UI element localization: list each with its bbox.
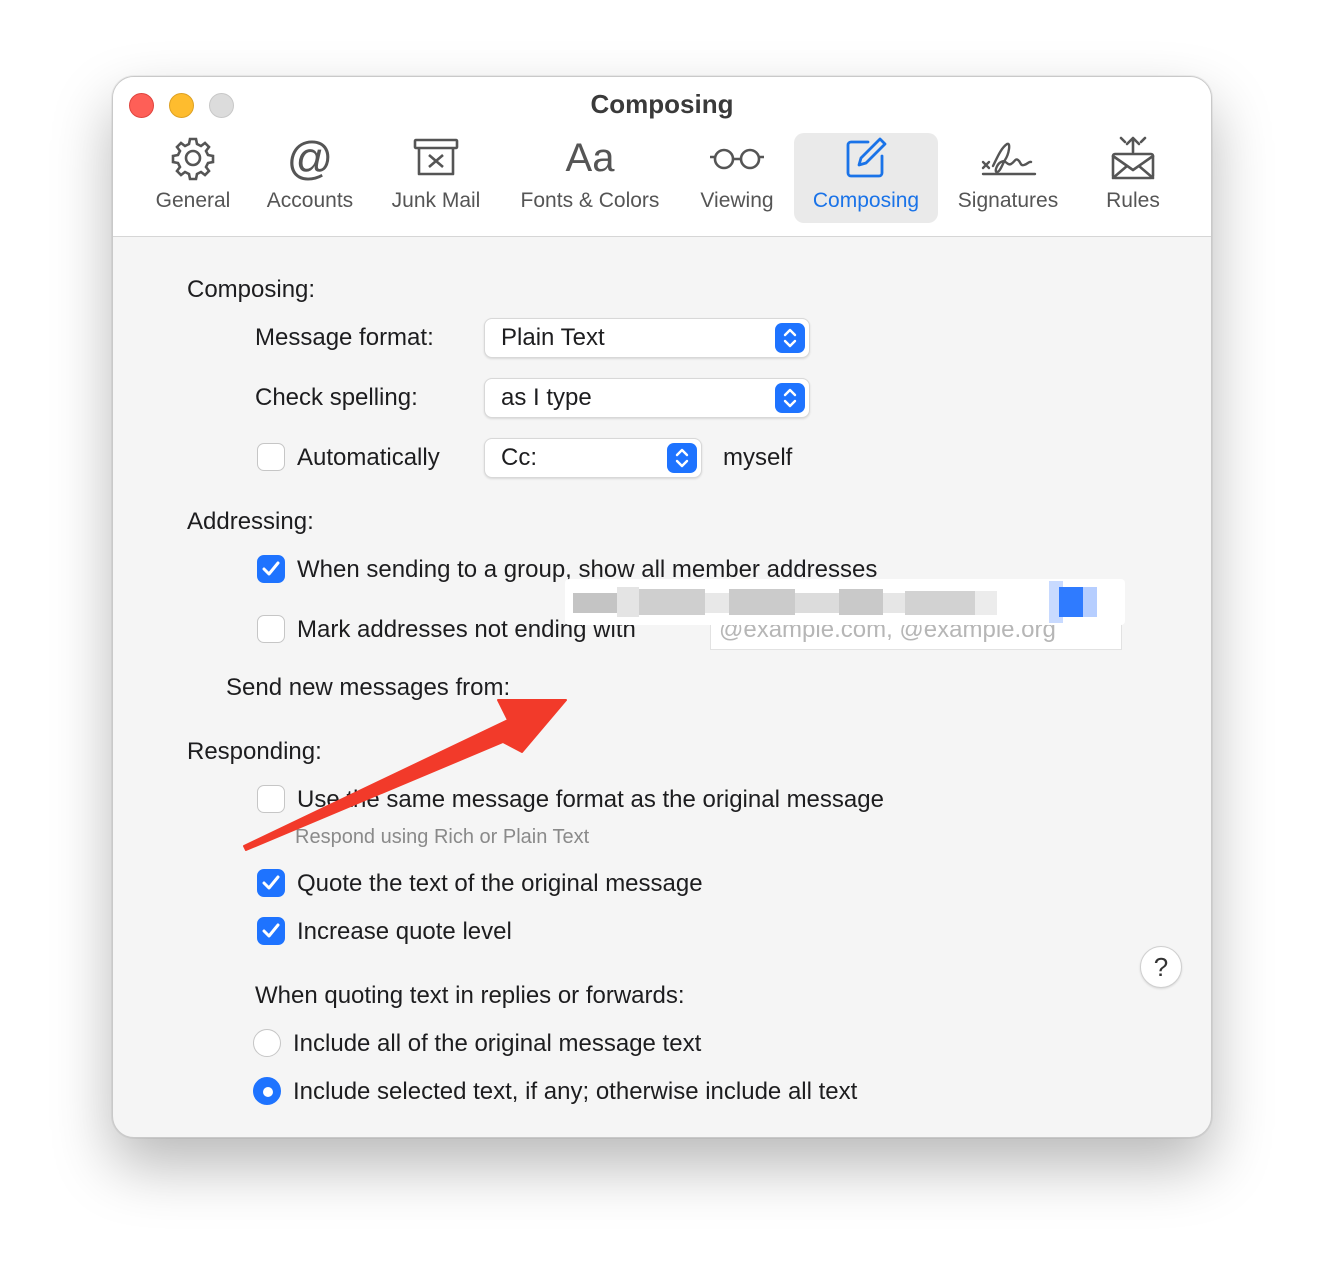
help-button[interactable]: ? (1140, 946, 1182, 988)
auto-cc-popup[interactable]: Cc: (484, 438, 702, 478)
rules-envelope-icon (1109, 133, 1157, 183)
at-sign-icon: @ (286, 132, 334, 184)
group-addresses-checkbox[interactable] (257, 555, 285, 583)
composing-pane: Composing: Message format: Plain Text Ch… (113, 238, 1211, 1137)
mark-addresses-checkbox[interactable] (257, 615, 285, 643)
tab-junk-mail-label: Junk Mail (391, 189, 481, 212)
send-from-label: Send new messages from: (226, 674, 511, 701)
redaction-block (905, 591, 975, 615)
tab-rules[interactable]: Rules (1085, 133, 1181, 223)
message-format-value: Plain Text (501, 324, 605, 351)
redaction-block (1083, 587, 1097, 617)
window-title: Composing (590, 89, 734, 119)
tab-general-label: General (155, 189, 231, 212)
preferences-window: Composing General @ Accounts Junk Mail A… (112, 76, 1212, 1138)
addressing-heading: Addressing: (187, 508, 314, 535)
redaction-block (1059, 587, 1083, 617)
chevron-updown-icon (775, 383, 805, 413)
check-spelling-label: Check spelling: (255, 384, 418, 411)
tab-viewing[interactable]: Viewing (689, 133, 785, 223)
junk-bin-icon (412, 133, 460, 183)
auto-cc-label: Automatically (297, 444, 440, 471)
tab-fonts-colors[interactable]: Aa Fonts & Colors (509, 133, 671, 223)
font-aa-icon: Aa (565, 136, 615, 180)
gear-icon (170, 133, 216, 183)
send-from-popup-redacted[interactable] (565, 579, 1125, 625)
message-format-label: Message format: (255, 324, 434, 351)
tab-rules-label: Rules (1106, 189, 1160, 212)
redaction-block (617, 587, 639, 617)
compose-pencil-icon (844, 133, 888, 183)
tab-composing[interactable]: Composing (794, 133, 938, 223)
composing-heading: Composing: (187, 276, 316, 303)
redaction-block (883, 593, 905, 613)
tab-viewing-label: Viewing (700, 189, 774, 212)
redaction-block (839, 589, 883, 615)
redaction-block (795, 593, 839, 613)
auto-cc-value: Cc: (501, 444, 537, 471)
message-format-popup[interactable]: Plain Text (484, 318, 810, 358)
tab-signatures[interactable]: Signatures (949, 133, 1067, 223)
tab-accounts[interactable]: @ Accounts (257, 133, 363, 223)
chevron-updown-icon (667, 443, 697, 473)
redaction-block (705, 593, 729, 613)
redaction-block (639, 589, 705, 615)
titlebar: Composing General @ Accounts Junk Mail A… (113, 77, 1211, 237)
tab-signatures-label: Signatures (957, 189, 1059, 212)
auto-cc-suffix: myself (723, 444, 793, 471)
redaction-block (975, 591, 997, 615)
auto-cc-checkbox[interactable] (257, 443, 285, 471)
tab-junk-mail[interactable]: Junk Mail (381, 133, 491, 223)
tab-composing-label: Composing (812, 189, 920, 212)
tab-general[interactable]: General (143, 133, 243, 223)
redaction-block (573, 593, 617, 613)
check-spelling-popup[interactable]: as I type (484, 378, 810, 418)
redaction-block (729, 589, 795, 615)
signature-icon (977, 133, 1039, 183)
tab-fonts-colors-label: Fonts & Colors (520, 189, 660, 212)
tab-accounts-label: Accounts (266, 189, 354, 212)
check-spelling-value: as I type (501, 384, 592, 411)
glasses-icon (709, 133, 765, 183)
chevron-updown-icon (775, 323, 805, 353)
